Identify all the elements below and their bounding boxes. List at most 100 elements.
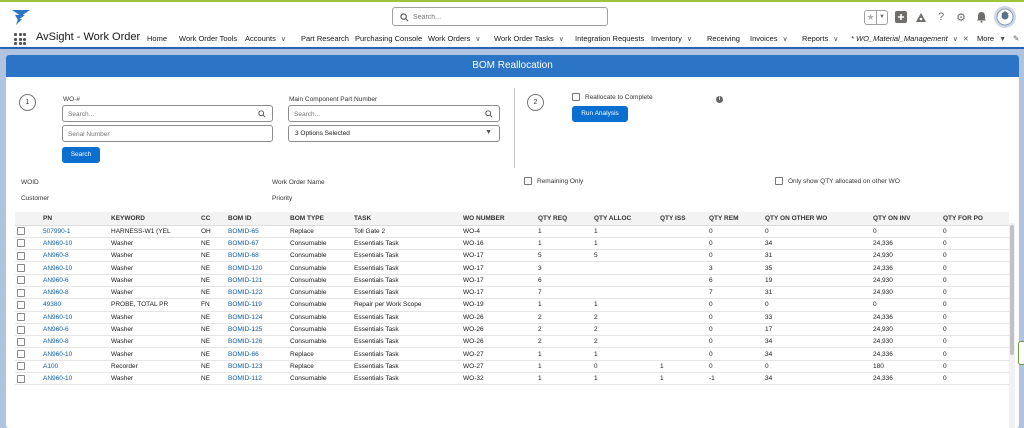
reallocate-to-complete-checkbox[interactable] <box>572 93 580 101</box>
table-row[interactable]: AN960-6 Washer NE BOMID-121 Consumable Essent… <box>15 274 1009 287</box>
table-row[interactable]: AN960-10 Washer NE BOMID-67 Consumable Essent… <box>15 237 1009 251</box>
row-select-checkbox[interactable] <box>17 288 25 297</box>
nav-more[interactable]: More ▼ <box>977 34 1006 43</box>
chevron-down-icon[interactable]: ∨ <box>475 36 480 43</box>
column-header[interactable]: QTY REM <box>707 212 763 226</box>
table-row[interactable]: AN960-8 Washer NE BOMID-126 Consumable Essent… <box>15 335 1009 349</box>
row-select-checkbox[interactable] <box>17 313 25 322</box>
nav-item-accounts[interactable]: Accounts ∨ <box>245 34 286 43</box>
table-cell-link[interactable]: AN960-8 <box>41 249 109 263</box>
column-header[interactable]: TASK <box>352 212 461 226</box>
column-header[interactable]: BOM TYPE <box>288 212 352 226</box>
chevron-down-icon[interactable]: ∨ <box>783 36 788 43</box>
column-header[interactable]: BOM ID <box>226 212 288 226</box>
table-cell-link[interactable]: A100 <box>41 360 109 374</box>
column-header[interactable]: QTY ON OTHER WO <box>763 212 871 226</box>
table-cell-link[interactable]: BOMID-119 <box>226 298 288 312</box>
row-select-checkbox[interactable] <box>17 227 25 236</box>
column-header[interactable]: QTY ON INV <box>871 212 941 226</box>
column-header[interactable]: QTY REQ <box>536 212 592 226</box>
nav-item-integration-requests[interactable]: Integration Requests <box>575 34 644 43</box>
caret-down-icon[interactable]: ▼ <box>999 36 1006 43</box>
row-select-checkbox[interactable] <box>17 362 25 371</box>
global-search[interactable] <box>392 7 608 26</box>
close-tab-icon[interactable]: ✕ <box>963 36 969 43</box>
nav-item-reports[interactable]: Reports ∨ <box>802 34 838 43</box>
table-cell-link[interactable]: AN960-10 <box>41 261 109 275</box>
table-cell-link[interactable]: AN960-8 <box>41 335 109 349</box>
table-row[interactable]: AN960-10 Washer NE BOMID-66 Replace Essential… <box>15 347 1009 361</box>
info-icon[interactable]: i <box>716 96 723 103</box>
column-header[interactable]: PN <box>41 212 109 226</box>
add-icon[interactable] <box>894 10 908 24</box>
avsight-logo-icon[interactable] <box>10 8 32 26</box>
favorite-star-icon[interactable]: ★ <box>865 11 876 24</box>
table-row[interactable]: A100 Recorder NE BOMID-123 Replace Essentials… <box>15 360 1009 374</box>
table-row[interactable]: AN960-10 Washer NE BOMID-124 Consumable Essen… <box>15 311 1009 324</box>
serial-number-input[interactable] <box>68 128 246 140</box>
nav-item-work-order-tools[interactable]: Work Order Tools <box>179 34 237 43</box>
chevron-down-icon[interactable]: ∨ <box>953 36 958 43</box>
table-cell-link[interactable]: AN960-6 <box>41 323 109 337</box>
table-cell-link[interactable]: 507990-1 <box>41 225 109 238</box>
table-cell-link[interactable]: AN960-10 <box>41 347 109 361</box>
table-cell-link[interactable]: AN960-8 <box>41 286 109 300</box>
table-cell-link[interactable]: BOMID-124 <box>226 311 288 324</box>
table-cell-link[interactable]: AN960-10 <box>41 311 109 324</box>
nav-item-purchasing-console[interactable]: Purchasing Console <box>355 34 422 43</box>
column-header[interactable]: QTY FOR PO <box>941 212 1009 226</box>
table-row[interactable]: AN960-6 Washer NE BOMID-125 Consumable Essent… <box>15 323 1009 337</box>
notification-bell-icon[interactable] <box>974 10 988 24</box>
remaining-only-checkbox[interactable] <box>524 177 532 185</box>
serial-number-field[interactable] <box>62 125 273 142</box>
table-cell-link[interactable]: BOMID-112 <box>226 372 288 386</box>
only-show-other-wo-checkbox[interactable] <box>775 177 783 185</box>
help-icon[interactable]: ? <box>934 10 948 24</box>
nav-item-invoices[interactable]: Invoices ∨ <box>750 34 788 43</box>
nav-item-work-orders[interactable]: Work Orders ∨ <box>428 34 481 43</box>
table-cell-link[interactable]: BOMID-126 <box>226 335 288 349</box>
row-select-checkbox[interactable] <box>17 251 25 260</box>
table-scrollbar[interactable] <box>1009 223 1015 428</box>
run-analysis-button[interactable]: Run Analysis <box>572 106 628 122</box>
table-cell-link[interactable]: BOMID-67 <box>226 237 288 251</box>
trailhead-icon[interactable] <box>914 10 928 24</box>
edit-nav-pencil-icon[interactable]: ✎ <box>1013 34 1019 43</box>
utility-side-tab[interactable] <box>1018 341 1024 365</box>
table-cell-link[interactable]: BOMID-121 <box>226 274 288 287</box>
table-cell-link[interactable]: BOMID-122 <box>226 286 288 300</box>
chevron-down-icon[interactable]: ∨ <box>281 36 286 43</box>
table-row[interactable]: AN960-10 Washer NE BOMID-112 Consumable Essen… <box>15 372 1009 386</box>
wo-number-search[interactable] <box>62 105 273 122</box>
chevron-down-icon[interactable]: ∨ <box>687 36 692 43</box>
row-select-checkbox[interactable] <box>17 300 25 309</box>
table-row[interactable]: 49380 PROBE, TOTAL PR FN BOMID-119 Consumabl… <box>15 298 1009 312</box>
setup-gear-icon[interactable]: ⚙ <box>954 10 968 24</box>
chevron-down-icon[interactable]: ∨ <box>833 36 838 43</box>
table-cell-link[interactable]: 49380 <box>41 298 109 312</box>
nav-item-home[interactable]: Home <box>147 34 167 43</box>
nav-item-work-order-tasks[interactable]: Work Order Tasks ∨ <box>494 34 564 43</box>
table-cell-link[interactable]: BOMID-65 <box>226 225 288 238</box>
search-button[interactable]: Search <box>62 147 100 163</box>
nav-item-inventory[interactable]: Inventory ∨ <box>651 34 692 43</box>
app-launcher-icon[interactable] <box>14 33 26 45</box>
table-cell-link[interactable]: BOMID-66 <box>226 347 288 361</box>
scrollbar-thumb[interactable] <box>1010 225 1014 355</box>
favorites-menu-icon[interactable]: ▼ <box>876 10 887 24</box>
row-select-checkbox[interactable] <box>17 337 25 346</box>
row-select-checkbox[interactable] <box>17 325 25 334</box>
table-cell-link[interactable]: AN960-10 <box>41 237 109 251</box>
options-multiselect[interactable]: 3 Options Selected ▼ <box>288 125 500 142</box>
table-row[interactable]: AN960-10 Washer NE BOMID-120 Consumable Essen… <box>15 261 1009 275</box>
nav-item-part-research[interactable]: Part Research <box>301 34 349 43</box>
table-row[interactable]: AN960-8 Washer NE BOMID-68 Consumable Essenti… <box>15 249 1009 263</box>
chevron-down-icon[interactable]: ∨ <box>559 36 564 43</box>
table-cell-link[interactable]: AN960-10 <box>41 372 109 386</box>
column-header[interactable]: KEYWORD <box>109 212 199 226</box>
row-select-checkbox[interactable] <box>17 374 25 383</box>
column-header[interactable]: QTY ISS <box>658 212 707 226</box>
column-header[interactable]: WO NUMBER <box>461 212 536 226</box>
row-select-checkbox[interactable] <box>17 239 25 248</box>
part-number-search[interactable] <box>288 105 500 122</box>
